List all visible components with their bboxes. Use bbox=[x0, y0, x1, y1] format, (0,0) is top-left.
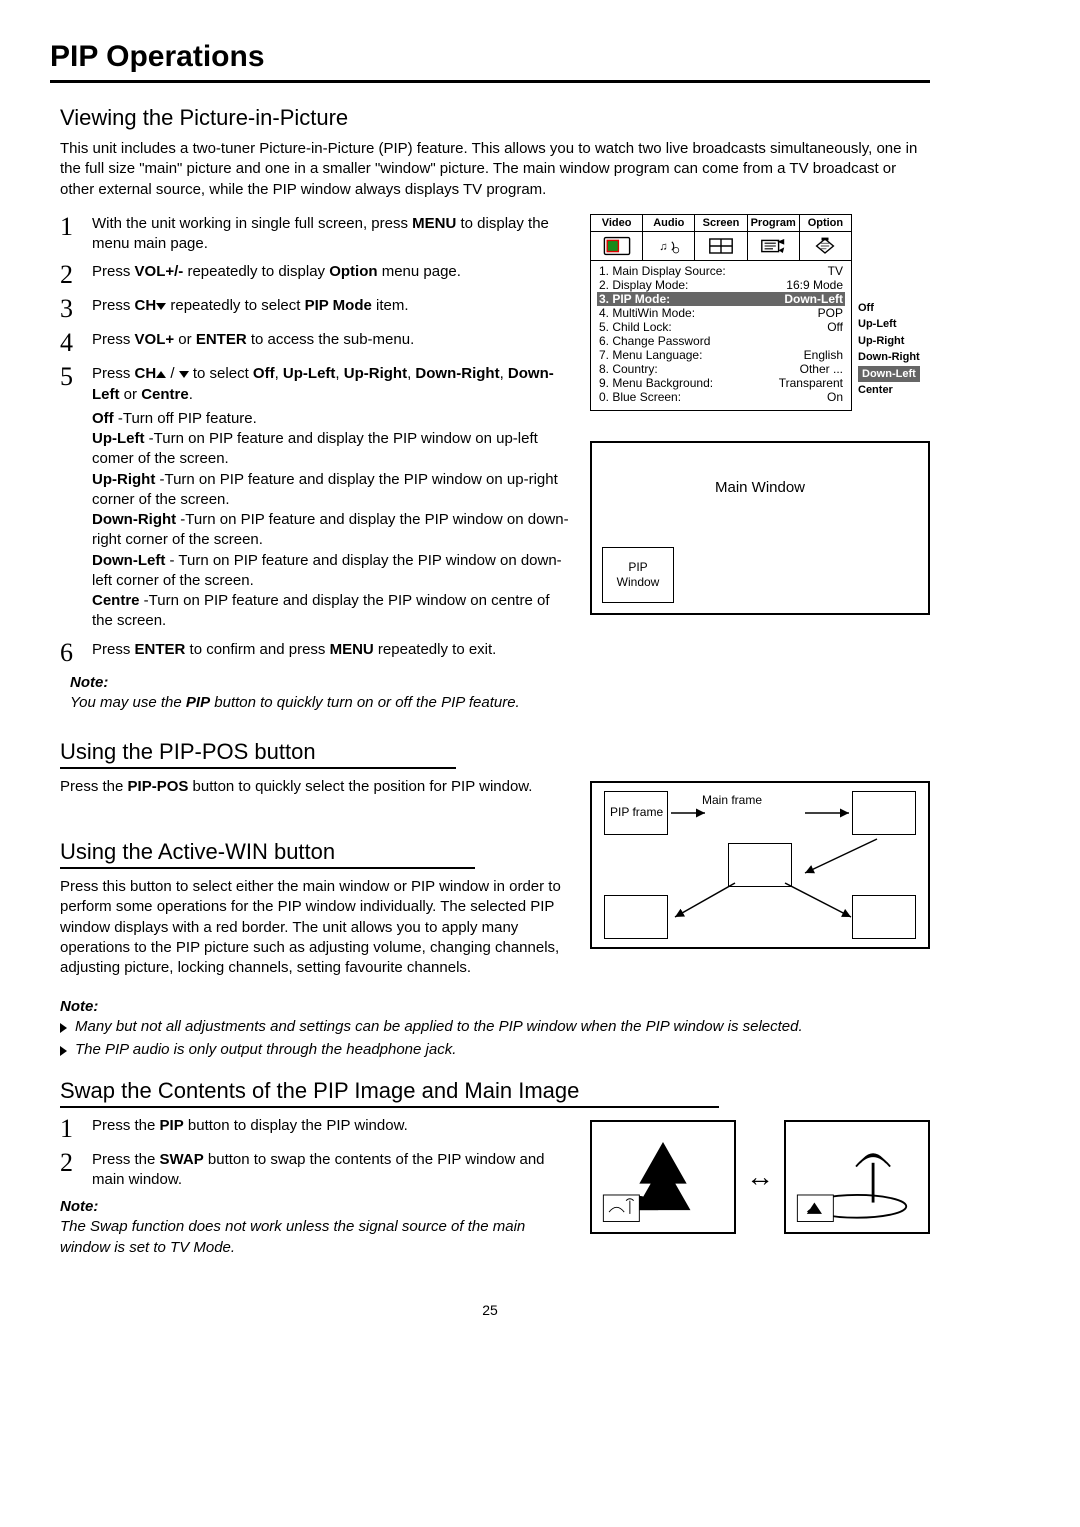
osd-row: 9. Menu Background:Transparent bbox=[597, 376, 845, 390]
osd-row: 7. Menu Language:English bbox=[597, 348, 845, 362]
page-number: 25 bbox=[50, 1302, 930, 1318]
osd-tab: Audio bbox=[643, 215, 695, 232]
step: 2Press VOL+/- repeatedly to display Opti… bbox=[60, 262, 572, 288]
osd-menu: VideoAudioScreenProgramOption ♫ 1. Main … bbox=[590, 214, 852, 411]
osd-submenu: OffUp-LeftUp-RightDown-RightDown-LeftCen… bbox=[858, 300, 920, 399]
step: 4Press VOL+ or ENTER to access the sub-m… bbox=[60, 330, 572, 356]
osd-row: 8. Country:Other ... bbox=[597, 362, 845, 376]
osd-tab: Video bbox=[591, 215, 643, 232]
audio-icon: ♫ bbox=[643, 232, 695, 260]
osd-row: 2. Display Mode:16:9 Mode bbox=[597, 278, 845, 292]
position-diagram: PIP frame Main frame bbox=[590, 781, 930, 949]
note3-label: Note: bbox=[60, 1198, 572, 1215]
screen-icon bbox=[695, 232, 747, 260]
section-pippos-heading: Using the PIP-POS button bbox=[60, 739, 456, 769]
steps-list: 1With the unit working in single full sc… bbox=[60, 214, 572, 666]
note2-body: Many but not all adjustments and setting… bbox=[60, 1017, 930, 1060]
step: 3Press CH repeatedly to select PIP Mode … bbox=[60, 296, 572, 322]
note3-body: The Swap function does not work unless t… bbox=[60, 1217, 572, 1258]
note1-body: You may use the PIP button to quickly tu… bbox=[70, 693, 572, 713]
osd-row: 3. PIP Mode:Down-Left bbox=[597, 292, 845, 306]
note2-label: Note: bbox=[60, 998, 930, 1015]
section-activewin-heading: Using the Active-WIN button bbox=[60, 839, 475, 869]
pip-window-box: PIP Window bbox=[602, 547, 674, 603]
osd-row: 0. Blue Screen:On bbox=[597, 390, 845, 404]
section-pippos-body: Press the PIP-POS button to quickly sele… bbox=[60, 777, 572, 797]
step: 1With the unit working in single full sc… bbox=[60, 214, 572, 255]
swap-diagram: ↔ bbox=[590, 1120, 930, 1234]
note1-label: Note: bbox=[70, 674, 572, 691]
page-title: PIP Operations bbox=[50, 40, 930, 83]
svg-text:♫: ♫ bbox=[659, 241, 667, 253]
swap-right bbox=[784, 1120, 930, 1234]
osd-tab: Option bbox=[800, 215, 851, 232]
section-swap-heading: Swap the Contents of the PIP Image and M… bbox=[60, 1078, 719, 1108]
swap-steps: 1Press the PIP button to display the PIP… bbox=[60, 1116, 572, 1191]
step: 5Press CH / to select Off, Up-Left, Up-R… bbox=[60, 364, 572, 631]
pip-diagram: Main Window PIP Window bbox=[590, 441, 930, 615]
osd-tab: Screen bbox=[695, 215, 747, 232]
option-icon bbox=[800, 232, 851, 260]
swap-arrow-icon: ↔ bbox=[746, 1161, 774, 1193]
section-viewing-heading: Viewing the Picture-in-Picture bbox=[60, 105, 930, 131]
swap-left bbox=[590, 1120, 736, 1234]
osd-tab: Program bbox=[748, 215, 800, 232]
osd-row: 5. Child Lock:Off bbox=[597, 320, 845, 334]
swap-step: 2Press the SWAP button to swap the conte… bbox=[60, 1150, 572, 1191]
osd-row: 6. Change Password bbox=[597, 334, 845, 348]
section-viewing-intro: This unit includes a two-tuner Picture-i… bbox=[60, 139, 930, 200]
section-activewin-body: Press this button to select either the m… bbox=[60, 877, 572, 978]
program-icon bbox=[748, 232, 800, 260]
swap-step: 1Press the PIP button to display the PIP… bbox=[60, 1116, 572, 1142]
osd-row: 4. MultiWin Mode:POP bbox=[597, 306, 845, 320]
video-icon bbox=[591, 232, 643, 260]
pip-main-label: Main Window bbox=[592, 479, 928, 496]
osd-row: 1. Main Display Source:TV bbox=[597, 264, 845, 278]
step: 6Press ENTER to confirm and press MENU r… bbox=[60, 640, 572, 666]
